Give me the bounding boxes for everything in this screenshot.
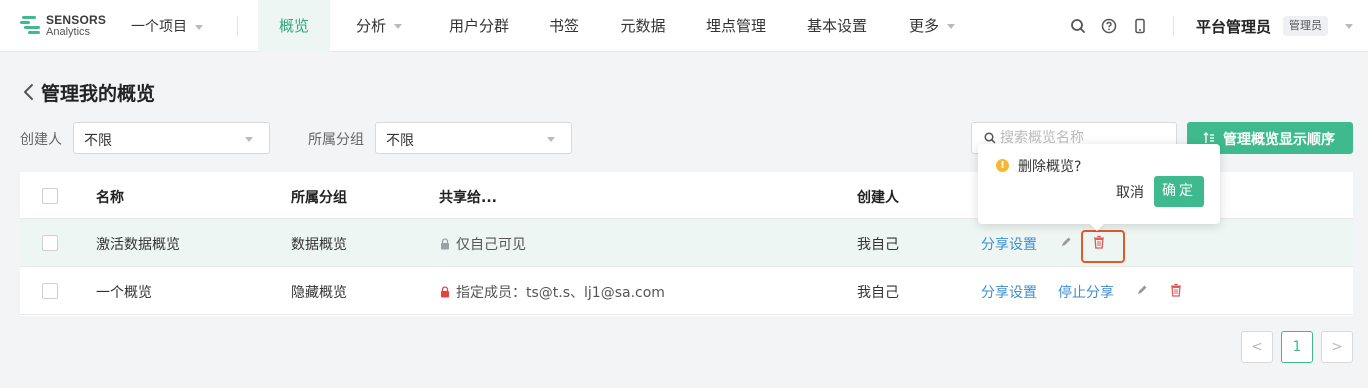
- row-checkbox[interactable]: [42, 283, 58, 299]
- nav-item-user-segments[interactable]: 用户分群: [440, 0, 518, 52]
- edit-icon[interactable]: [1136, 284, 1148, 296]
- nav-item-bookmarks[interactable]: 书签: [540, 0, 588, 52]
- manage-order-label: 管理概览显示顺序: [1223, 132, 1335, 148]
- chevron-right-icon: >: [1331, 339, 1343, 355]
- group-filter-label: 所属分组: [308, 132, 364, 148]
- role-badge: 管理员: [1283, 16, 1328, 36]
- nav-item-more[interactable]: 更多: [900, 0, 964, 52]
- delete-icon[interactable]: [1170, 283, 1182, 297]
- nav-item-metadata[interactable]: 元数据: [611, 0, 675, 52]
- sensors-logo-icon: [20, 16, 40, 34]
- header-share: 共享给...: [439, 190, 497, 206]
- search-icon: [984, 132, 996, 144]
- row-share: 指定成员：ts@t.s、lj1@sa.com: [439, 282, 665, 302]
- next-page-button[interactable]: >: [1321, 331, 1353, 363]
- nav-item-tracking-management[interactable]: 埋点管理: [697, 0, 775, 52]
- row-group: 数据概览: [291, 237, 347, 253]
- header-group: 所属分组: [291, 190, 347, 206]
- back-arrow-icon[interactable]: [22, 83, 36, 101]
- chevron-down-icon: [195, 24, 203, 30]
- chevron-down-icon: [547, 137, 555, 142]
- brand-subname: Analytics: [46, 26, 91, 38]
- mobile-icon[interactable]: [1131, 17, 1149, 35]
- user-name[interactable]: 平台管理员: [1196, 16, 1271, 37]
- edit-icon[interactable]: [1060, 236, 1072, 248]
- header-name: 名称: [96, 190, 124, 206]
- page-1-button[interactable]: 1: [1281, 331, 1313, 363]
- cancel-button[interactable]: 取消: [1116, 182, 1144, 202]
- table-row: 一个概览 隐藏概览 指定成员：ts@t.s、lj1@sa.com 我自己 分享设…: [20, 267, 1353, 315]
- nav-divider: [237, 16, 238, 36]
- top-nav-bar: SENSORS Analytics 一个项目 概览 分析 用户分群 书签 元数据…: [0, 0, 1368, 52]
- select-all-checkbox[interactable]: [42, 188, 58, 204]
- row-checkbox[interactable]: [42, 235, 58, 251]
- lock-icon: [441, 238, 449, 250]
- nav-item-analysis[interactable]: 分析: [344, 0, 414, 52]
- brand-logo[interactable]: SENSORS Analytics: [20, 12, 106, 40]
- header-creator: 创建人: [857, 190, 899, 206]
- row-creator: 我自己: [857, 237, 899, 253]
- stop-share-link[interactable]: 停止分享: [1058, 282, 1114, 302]
- warning-icon: !: [996, 159, 1009, 172]
- search-icon[interactable]: [1069, 17, 1087, 35]
- sort-icon: [1203, 132, 1214, 143]
- chevron-left-icon: <: [1251, 339, 1263, 355]
- chevron-down-icon: [947, 24, 955, 29]
- creator-filter-select[interactable]: 不限: [73, 122, 270, 154]
- nav-item-basic-settings[interactable]: 基本设置: [798, 0, 876, 52]
- share-text: 指定成员：ts@t.s、lj1@sa.com: [456, 285, 665, 301]
- project-label: 一个项目: [131, 19, 187, 35]
- row-share: 仅自己可见: [439, 234, 526, 254]
- row-group: 隐藏概览: [291, 285, 347, 301]
- table-row: 激活数据概览 数据概览 仅自己可见 我自己 分享设置: [20, 219, 1353, 267]
- brand-name: SENSORS: [46, 13, 107, 27]
- page-title: 管理我的概览: [41, 83, 156, 105]
- chevron-down-icon: [245, 137, 253, 142]
- confirm-message: 删除概览?: [1018, 159, 1082, 175]
- delete-focus-highlight: [1081, 230, 1125, 263]
- group-filter-select[interactable]: 不限: [375, 122, 572, 154]
- row-name: 激活数据概览: [96, 237, 180, 253]
- lock-icon: [441, 286, 449, 298]
- delete-confirm-popover: ! 删除概览? 取消 确定: [978, 144, 1220, 232]
- nav-divider: [1173, 16, 1174, 36]
- creator-filter-value: 不限: [84, 133, 112, 149]
- nav-item-overview[interactable]: 概览: [258, 0, 330, 52]
- confirm-button[interactable]: 确定: [1154, 176, 1204, 207]
- row-name: 一个概览: [96, 285, 152, 301]
- project-switcher[interactable]: 一个项目: [131, 16, 203, 36]
- prev-page-button[interactable]: <: [1241, 331, 1273, 363]
- creator-filter-label: 创建人: [20, 132, 62, 148]
- chevron-down-icon[interactable]: [1345, 24, 1353, 29]
- row-creator: 我自己: [857, 285, 899, 301]
- help-icon[interactable]: [1100, 17, 1118, 35]
- group-filter-value: 不限: [386, 133, 414, 149]
- share-text: 仅自己可见: [456, 237, 526, 253]
- chevron-down-icon: [394, 24, 402, 29]
- share-settings-link[interactable]: 分享设置: [981, 234, 1037, 254]
- share-settings-link[interactable]: 分享设置: [981, 282, 1037, 302]
